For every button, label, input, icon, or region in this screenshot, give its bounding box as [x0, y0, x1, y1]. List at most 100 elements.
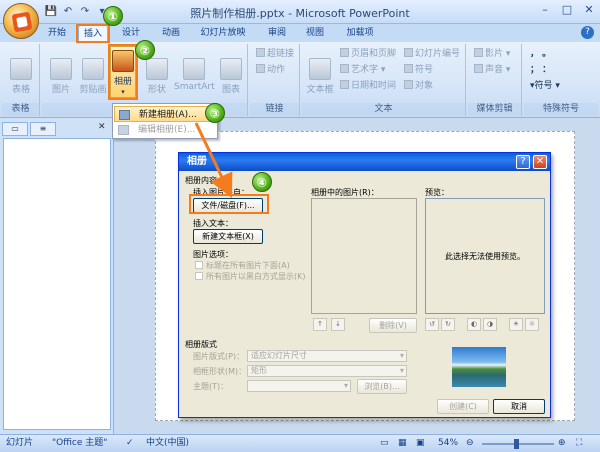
- datetime-button[interactable]: 日期和时间: [340, 80, 396, 93]
- caption-below-label: 标题在所有图片下面(A): [206, 261, 290, 270]
- normal-view-icon[interactable]: ▭: [380, 435, 389, 452]
- slides-tab[interactable]: ▭: [2, 122, 28, 136]
- album-dropdown-menu: 新建相册(A)... 编辑相册(E)...: [112, 103, 218, 139]
- panel-close-icon[interactable]: ✕: [98, 122, 106, 132]
- chart-icon: [220, 58, 242, 80]
- header-footer-button[interactable]: 页眉和页脚: [340, 48, 396, 61]
- photo-album-dialog: 相册 ? ✕ 相册内容 插入图片来自： 文件/磁盘(F)... 插入文本： 新建…: [178, 152, 551, 418]
- tab-animation[interactable]: 动画: [156, 25, 186, 42]
- special-symbols-row-2[interactable]: ； ：: [530, 64, 551, 77]
- zoom-in-icon[interactable]: ⊕: [558, 435, 566, 452]
- edit-album-icon: [118, 125, 129, 135]
- table-button[interactable]: 表格: [6, 58, 36, 95]
- sorter-view-icon[interactable]: ▦: [398, 435, 407, 452]
- callout-4: ④: [252, 172, 272, 192]
- frame-shape-label: 相框形状(M)：: [193, 367, 247, 376]
- picture-layout-select: 适应幻灯片尺寸: [247, 350, 407, 362]
- preview-pane: 此选择无法使用预览。: [425, 198, 545, 314]
- rotate-left-icon: ↺: [425, 318, 439, 331]
- window-controls: – □ ✕: [538, 3, 596, 17]
- action-button[interactable]: 动作: [256, 64, 285, 77]
- symbol-button[interactable]: 符号: [404, 64, 433, 77]
- special-symbol-button[interactable]: ▾符号 ▾: [530, 80, 560, 93]
- browse-button: 浏览(B)...: [357, 379, 407, 394]
- maximize-icon[interactable]: □: [560, 3, 574, 17]
- contrast-up-icon: ◐: [467, 318, 481, 331]
- contrast-down-icon: ◑: [483, 318, 497, 331]
- chart-button[interactable]: 图表: [216, 58, 246, 95]
- picture-button[interactable]: 图片: [46, 58, 76, 95]
- help-icon[interactable]: ?: [581, 26, 594, 39]
- move-up-button: ↑: [313, 318, 327, 331]
- tab-review[interactable]: 审阅: [262, 25, 292, 42]
- film-icon: [474, 48, 483, 57]
- tab-home[interactable]: 开始: [42, 25, 72, 42]
- pictures-list[interactable]: [311, 198, 417, 314]
- clipart-button[interactable]: 剪贴画: [78, 58, 108, 95]
- slides-panel: ▭ ≡ ✕: [0, 118, 114, 434]
- object-button[interactable]: 对象: [404, 80, 433, 93]
- speaker-icon: [474, 64, 483, 73]
- status-zoom: 54%: [438, 438, 459, 448]
- smartart-icon: [183, 58, 205, 80]
- sound-button[interactable]: 声音 ▾: [474, 64, 510, 77]
- file-disk-highlight: [189, 194, 269, 214]
- album-layout-heading: 相册版式: [185, 340, 217, 349]
- callout-1: ①: [103, 6, 123, 26]
- close-icon[interactable]: ✕: [582, 3, 596, 17]
- panel-tabs: ▭ ≡: [2, 122, 92, 136]
- status-slide: 幻灯片: [6, 438, 34, 448]
- frame-shape-select: 矩形: [247, 365, 407, 377]
- hyperlink-button[interactable]: 超链接: [256, 48, 294, 61]
- group-text: 文本框 页眉和页脚 艺术字 ▾ 日期和时间 幻灯片编号 符号 对象 文本: [302, 44, 466, 116]
- tab-addins[interactable]: 加载项: [340, 25, 380, 42]
- slides-list[interactable]: [3, 138, 111, 430]
- menu-edit-album: 编辑相册(E)...: [114, 122, 216, 138]
- all-bw-label: 所有图片以黑白方式显示(K): [206, 272, 306, 281]
- zoom-slider-thumb[interactable]: [514, 439, 519, 449]
- action-icon: [256, 64, 265, 73]
- office-logo-icon: [11, 11, 33, 33]
- datetime-icon: [340, 80, 349, 89]
- rotate-right-icon: ↻: [441, 318, 455, 331]
- minimize-icon[interactable]: –: [538, 3, 552, 17]
- omega-icon: [404, 64, 413, 73]
- slideshow-view-icon[interactable]: ▣: [416, 435, 425, 452]
- caption-below-checkbox: [195, 261, 203, 269]
- tab-slideshow[interactable]: 幻灯片放映: [196, 25, 250, 42]
- office-button[interactable]: [3, 3, 39, 39]
- table-icon: [10, 58, 32, 80]
- shapes-icon: [146, 58, 168, 80]
- dialog-help-icon[interactable]: ?: [516, 155, 530, 169]
- picture-icon: [50, 58, 72, 80]
- spellcheck-icon[interactable]: ✓: [126, 435, 134, 452]
- movie-button[interactable]: 影片 ▾: [474, 48, 510, 61]
- new-textbox-button[interactable]: 新建文本框(X): [193, 229, 263, 244]
- title-bar: 💾 ↶ ↷ ▾ 照片制作相册.pptx - Microsoft PowerPoi…: [0, 0, 600, 24]
- textbox-button[interactable]: 文本框: [304, 58, 336, 95]
- layout-preview-image: [452, 347, 506, 387]
- zoom-out-icon[interactable]: ⊖: [466, 435, 474, 452]
- menu-new-album[interactable]: 新建相册(A)...: [114, 106, 216, 122]
- all-bw-checkbox: [195, 272, 203, 280]
- tab-view[interactable]: 视图: [300, 25, 330, 42]
- new-album-icon: [119, 110, 130, 120]
- wordart-button[interactable]: 艺术字 ▾: [340, 64, 385, 77]
- dialog-close-icon[interactable]: ✕: [533, 155, 547, 169]
- remove-button: 删除(V): [369, 318, 417, 333]
- outline-tab[interactable]: ≡: [30, 122, 56, 136]
- slide-number-button[interactable]: 幻灯片编号: [404, 48, 460, 61]
- special-symbols-row-1[interactable]: ， 。: [530, 48, 551, 61]
- album-button-highlight: [108, 44, 138, 100]
- shapes-button[interactable]: 形状: [142, 58, 172, 95]
- textbox-icon: [309, 58, 331, 80]
- pictures-in-album-label: 相册中的图片(R)：: [311, 188, 379, 197]
- brightness-up-icon: ☀: [509, 318, 523, 331]
- move-down-button: ↓: [331, 318, 345, 331]
- brightness-down-icon: ☼: [525, 318, 539, 331]
- theme-label: 主题(T)：: [193, 382, 229, 391]
- smartart-button[interactable]: SmartArt: [174, 58, 215, 92]
- cancel-button[interactable]: 取消: [493, 399, 545, 414]
- group-links: 超链接 动作 链接: [250, 44, 300, 116]
- fit-window-icon[interactable]: ⛶: [576, 435, 582, 452]
